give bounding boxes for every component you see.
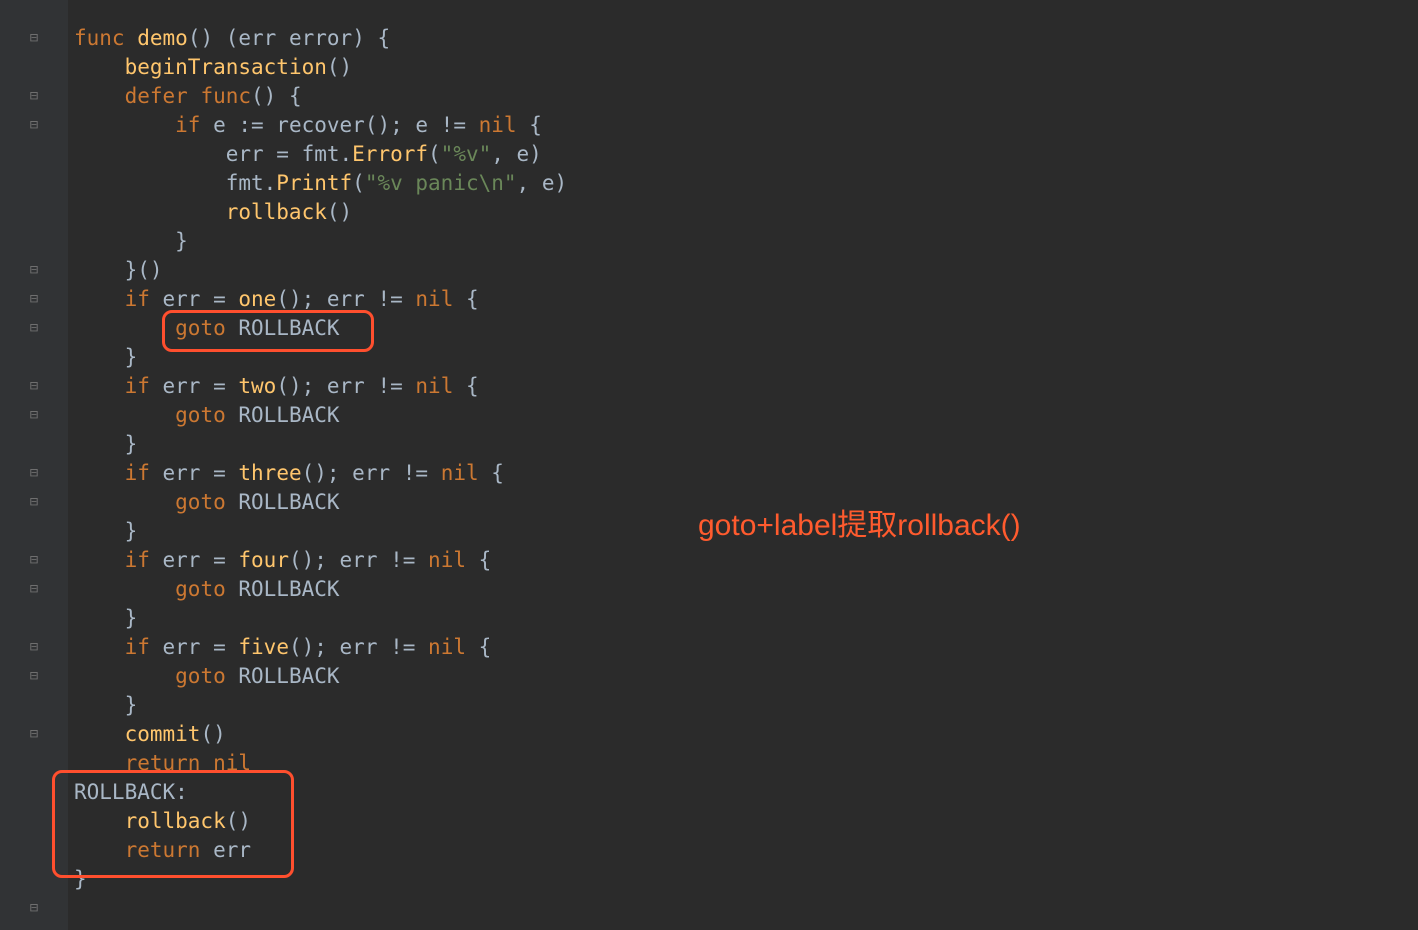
fold-icon[interactable]: ⊟ bbox=[30, 24, 38, 53]
code-line[interactable]: defer func() { bbox=[74, 82, 1418, 111]
code-line[interactable]: rollback() bbox=[74, 807, 1418, 836]
code-editor: ⊟ ⊟ ⊟ ⊟ ⊟ ⊟ ⊟ ⊟ ⊟ ⊟ ⊟ ⊟ ⊟ ⊟ ⊟ bbox=[0, 0, 1418, 930]
code-line[interactable]: } bbox=[74, 865, 1418, 894]
code-line[interactable]: if err = three(); err != nil { bbox=[74, 459, 1418, 488]
code-line[interactable]: if err = one(); err != nil { bbox=[74, 285, 1418, 314]
code-line[interactable]: goto ROLLBACK bbox=[74, 314, 1418, 343]
gutter-marks: ⊟ ⊟ ⊟ ⊟ ⊟ ⊟ ⊟ ⊟ ⊟ ⊟ ⊟ ⊟ ⊟ ⊟ ⊟ bbox=[0, 24, 68, 923]
code-line[interactable]: } bbox=[74, 343, 1418, 372]
annotation-callout: goto+label提取rollback() bbox=[698, 500, 1021, 544]
fold-icon[interactable]: ⊟ bbox=[30, 894, 38, 923]
code-line[interactable]: if err = five(); err != nil { bbox=[74, 633, 1418, 662]
fold-icon[interactable]: ⊟ bbox=[30, 256, 38, 285]
code-area[interactable]: func demo() (err error) { beginTransacti… bbox=[68, 0, 1418, 930]
fold-icon[interactable]: ⊟ bbox=[30, 662, 38, 691]
code-line[interactable]: } bbox=[74, 691, 1418, 720]
code-line[interactable]: if e := recover(); e != nil { bbox=[74, 111, 1418, 140]
code-line[interactable]: fmt.Printf("%v panic\n", e) bbox=[74, 169, 1418, 198]
code-line[interactable]: } bbox=[74, 430, 1418, 459]
code-line[interactable]: goto ROLLBACK bbox=[74, 662, 1418, 691]
code-line[interactable]: err = fmt.Errorf("%v", e) bbox=[74, 140, 1418, 169]
code-line[interactable]: goto ROLLBACK bbox=[74, 575, 1418, 604]
fold-icon[interactable]: ⊟ bbox=[30, 633, 38, 662]
fold-icon[interactable]: ⊟ bbox=[30, 285, 38, 314]
code-line[interactable]: rollback() bbox=[74, 198, 1418, 227]
code-line[interactable]: goto ROLLBACK bbox=[74, 401, 1418, 430]
fold-icon[interactable]: ⊟ bbox=[30, 459, 38, 488]
fold-icon[interactable]: ⊟ bbox=[30, 488, 38, 517]
code-line[interactable]: } bbox=[74, 227, 1418, 256]
code-line[interactable]: beginTransaction() bbox=[74, 53, 1418, 82]
fold-icon[interactable]: ⊟ bbox=[30, 372, 38, 401]
fold-icon[interactable]: ⊟ bbox=[30, 401, 38, 430]
fold-icon[interactable]: ⊟ bbox=[30, 111, 38, 140]
fold-icon[interactable]: ⊟ bbox=[30, 720, 38, 749]
code-line[interactable]: } bbox=[74, 604, 1418, 633]
fold-icon[interactable]: ⊟ bbox=[30, 546, 38, 575]
code-line[interactable]: func demo() (err error) { bbox=[74, 24, 1418, 53]
fold-icon[interactable]: ⊟ bbox=[30, 314, 38, 343]
code-line[interactable]: ROLLBACK: bbox=[74, 778, 1418, 807]
gutter: ⊟ ⊟ ⊟ ⊟ ⊟ ⊟ ⊟ ⊟ ⊟ ⊟ ⊟ ⊟ ⊟ ⊟ ⊟ bbox=[0, 0, 68, 930]
code-line[interactable]: }() bbox=[74, 256, 1418, 285]
fold-icon[interactable]: ⊟ bbox=[30, 575, 38, 604]
code-line[interactable]: if err = four(); err != nil { bbox=[74, 546, 1418, 575]
code-line[interactable]: return nil bbox=[74, 749, 1418, 778]
code-line[interactable]: return err bbox=[74, 836, 1418, 865]
fold-icon[interactable]: ⊟ bbox=[30, 82, 38, 111]
code-line[interactable]: if err = two(); err != nil { bbox=[74, 372, 1418, 401]
code-line[interactable]: commit() bbox=[74, 720, 1418, 749]
